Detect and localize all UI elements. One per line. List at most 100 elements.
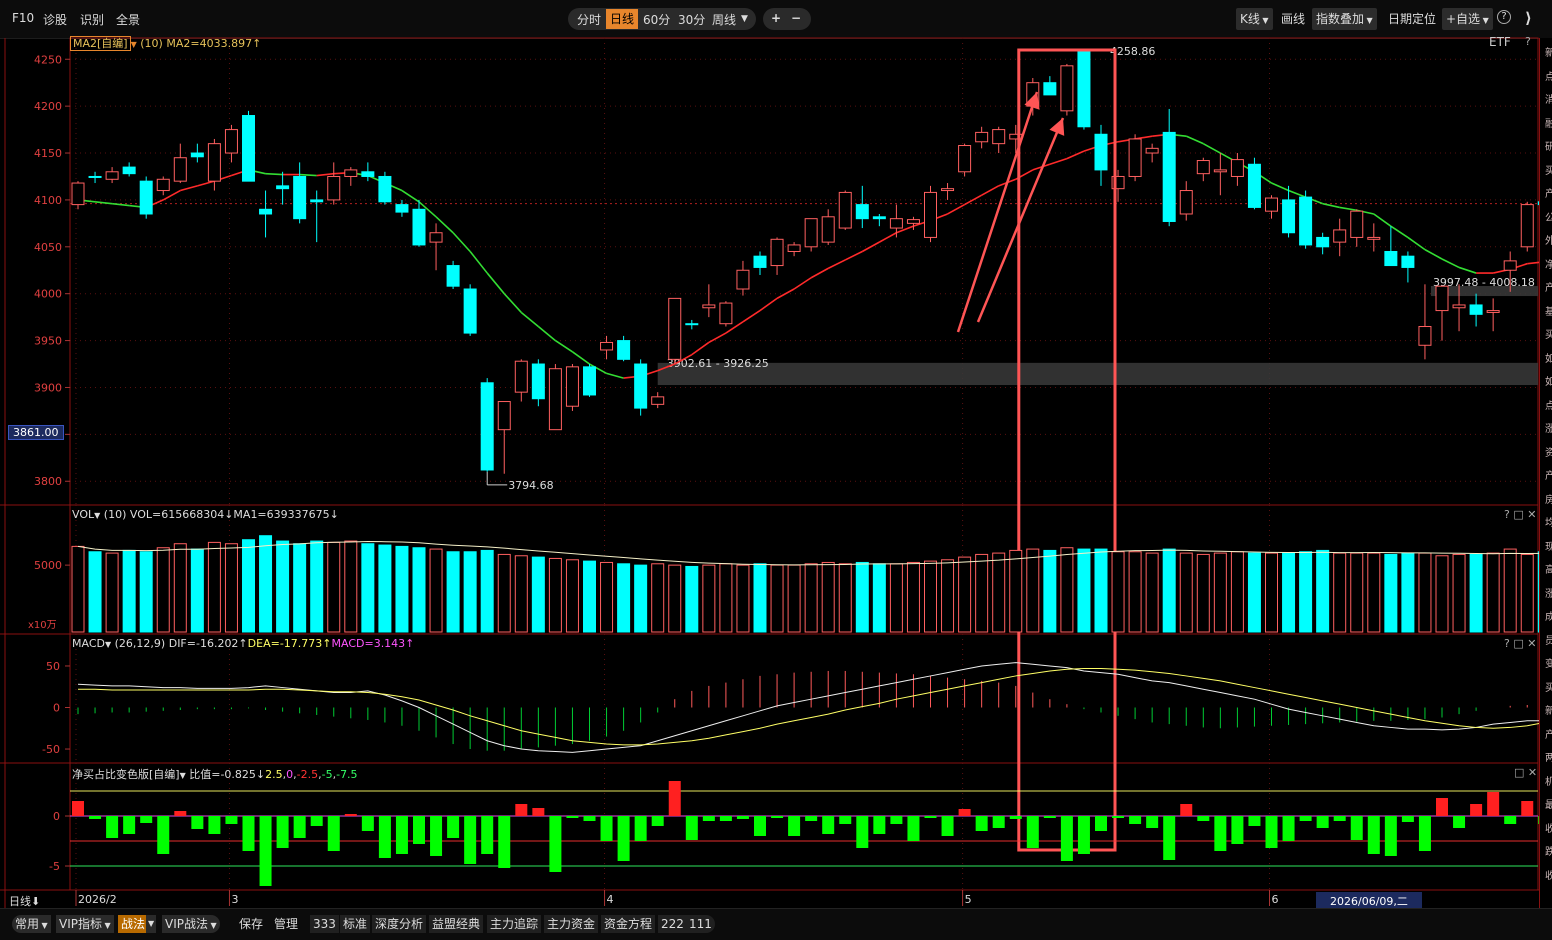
volume-bar-down: [1094, 548, 1108, 633]
candle-down: [872, 216, 886, 220]
netbuy-bar-negative: [242, 816, 255, 851]
volume-bar-down: [1162, 548, 1176, 633]
time-axis-label: 6: [1272, 893, 1279, 906]
tab-333[interactable]: 333: [310, 915, 339, 933]
candle-down: [293, 175, 307, 220]
volume-bar-up: [1230, 551, 1244, 633]
news-char: 研: [1545, 142, 1552, 153]
volume-bar-up: [1265, 552, 1278, 633]
panel-frame: [69, 37, 1539, 506]
help-icon[interactable]: ?: [1525, 35, 1531, 48]
volume-bar-up: [838, 563, 852, 633]
macd-dea-value: DEA=-17.773↑: [247, 637, 332, 650]
news-char: 如: [1545, 377, 1552, 388]
candle-up: [702, 304, 716, 309]
volume-bar-down: [685, 565, 699, 633]
chart-canvas[interactable]: 4250420041504100405040003950390038503800…: [0, 0, 1552, 939]
volume-bar-up: [1503, 548, 1517, 633]
save-button[interactable]: 保存: [236, 915, 266, 933]
period-label[interactable]: 日线⬇: [9, 893, 40, 909]
macd-indicator-name[interactable]: MACD: [72, 637, 105, 650]
netbuy-bar-positive: [515, 804, 528, 816]
netbuy-bar-negative: [327, 816, 340, 851]
vol-indicator-name[interactable]: VOL: [72, 508, 94, 521]
netbuy-bar-negative: [600, 816, 613, 841]
netbuy-indicator-name[interactable]: 净买占比变色版[自编]: [72, 768, 180, 781]
tab-main-funds[interactable]: 主力资金: [544, 915, 599, 933]
netbuy-bar-negative: [685, 816, 698, 840]
netbuy-bar-negative: [1316, 816, 1329, 828]
volume-bar-down: [463, 551, 477, 633]
strategy-tab[interactable]: 战法: [118, 915, 149, 933]
tab-222[interactable]: 222: [658, 915, 687, 933]
volume-bar-up: [719, 563, 733, 633]
vol-indicator-header[interactable]: VOL▼ (10) VOL=615668304↓MA1=639337675↓: [72, 508, 339, 521]
netbuy-bar-negative: [1197, 816, 1210, 821]
macd-indicator-header[interactable]: MACD▼ (26,12,9) DIF=-16.202↑DEA=-17.773↑…: [72, 637, 414, 650]
netbuy-bar-negative: [1248, 816, 1261, 826]
volume-bar-down: [276, 540, 290, 633]
candle-up: [1520, 204, 1534, 248]
candle-down: [259, 208, 273, 215]
volume-bar-up: [173, 543, 187, 633]
tab-funds-equation[interactable]: 资金方程: [601, 915, 656, 933]
ma-line-segment: [94, 200, 113, 205]
ma-line-segment: [486, 272, 505, 295]
volume-bar-up: [1435, 555, 1449, 633]
manage-button[interactable]: 管理: [271, 915, 301, 933]
ma-indicator-param: (10): [140, 37, 163, 50]
netbuy-bar-negative: [464, 816, 477, 864]
ma-line-segment: [1458, 266, 1477, 274]
tab-main-tracking[interactable]: 主力追踪: [487, 915, 542, 933]
vol-panel-controls[interactable]: ? □ ✕: [1504, 508, 1536, 521]
ma-line-segment: [316, 172, 334, 177]
netbuy-bar-negative: [1350, 816, 1363, 840]
netbuy-bar-negative: [447, 816, 460, 838]
volume-bar-up: [1486, 552, 1500, 633]
macd-panel-controls[interactable]: ? □ ✕: [1504, 637, 1536, 650]
common-dropdown[interactable]: 常用 ▼: [12, 915, 51, 933]
volume-bar-up: [906, 561, 920, 633]
volume-bar-down: [1401, 552, 1415, 633]
news-char: 净: [1545, 259, 1552, 271]
candle-down: [583, 366, 596, 396]
netbuy-bar-positive: [532, 808, 545, 816]
news-char: 如: [1545, 353, 1552, 365]
ma-indicator-header[interactable]: MA2[自编] ▼ (10) MA2=4033.897↑: [70, 35, 261, 51]
vip-indicator-dropdown[interactable]: VIP指标 ▼: [56, 915, 114, 933]
news-char: 收: [1545, 870, 1552, 882]
candle-down: [1316, 236, 1330, 248]
candle-down: [480, 382, 494, 471]
candle-up: [889, 218, 903, 229]
candle-up: [224, 129, 238, 154]
tab-standard[interactable]: 标准: [340, 915, 371, 933]
vip-strategy-dropdown[interactable]: VIP战法 ▼: [162, 915, 220, 933]
vip-strategy-label: VIP战法: [165, 917, 208, 931]
volume-bar-down: [361, 543, 375, 633]
ma-line-segment: [827, 259, 846, 270]
netbuy-indicator-header[interactable]: 净买占比变色版[自编]▼ 比值=-0.825↓2.5,0,-2.5,-5,-7.…: [72, 766, 358, 782]
bottom-toolbar: 常用 ▼ VIP指标 ▼ 战法 ▼ VIP战法 ▼ 保存 管理 333 标准 深…: [0, 908, 1552, 940]
ma-indicator-value: MA2=4033.897↑: [166, 37, 262, 50]
volume-bar-up: [71, 545, 85, 633]
candle-down: [685, 323, 699, 326]
chevron-down-icon[interactable]: ▼: [146, 915, 157, 933]
volume-bar-up: [600, 561, 614, 633]
etf-label[interactable]: ETF: [1489, 35, 1511, 49]
netbuy-bar-positive: [668, 781, 681, 816]
netbuy-panel-controls[interactable]: □ ✕: [1514, 766, 1537, 779]
tab-classic[interactable]: 益盟经典: [429, 915, 484, 933]
netbuy-bar-negative: [1418, 816, 1431, 851]
tab-111[interactable]: 111: [686, 915, 715, 933]
netbuy-bar-negative: [1060, 816, 1073, 861]
volume-tick-label: 5000: [34, 559, 62, 572]
volume-bar-down: [1299, 551, 1313, 633]
ma-line-segment: [776, 288, 795, 300]
candle-down: [395, 204, 409, 213]
tab-deep-analysis[interactable]: 深度分析: [372, 915, 427, 933]
netbuy-bar-negative: [140, 816, 153, 823]
candle-down: [1043, 82, 1057, 96]
time-axis-label: 2026/2: [78, 893, 117, 906]
ma-line-segment: [844, 250, 863, 261]
ma-indicator-name[interactable]: MA2[自编]: [70, 36, 131, 51]
